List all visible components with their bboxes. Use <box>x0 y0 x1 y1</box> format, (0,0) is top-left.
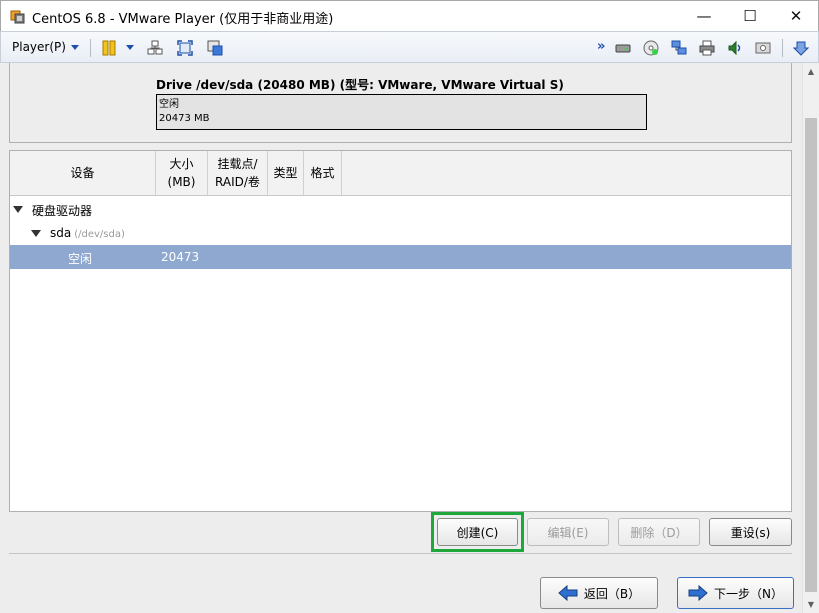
minimize-button[interactable]: — <box>681 1 727 31</box>
divider <box>9 553 792 554</box>
column-header-size[interactable]: 大小 (MB) <box>156 151 208 195</box>
edit-button[interactable]: 编辑(E) <box>527 518 609 546</box>
window-title: CentOS 6.8 - VMware Player (仅用于非商业用途) <box>32 12 334 27</box>
hard-disk-icon[interactable] <box>615 40 631 56</box>
unity-icon[interactable] <box>207 40 223 56</box>
scrollbar-thumb[interactable] <box>805 118 817 592</box>
drive-free-label: 空闲 <box>159 99 179 110</box>
player-toolbar: Player(P) » <box>0 31 819 63</box>
next-button[interactable]: 下一步（N） <box>677 577 794 609</box>
column-header-format[interactable]: 格式 <box>304 151 342 195</box>
drive-usage-bar[interactable]: 空闲 20473 MB <box>156 94 647 130</box>
collapse-arrow-icon[interactable] <box>793 40 809 56</box>
close-icon: ✕ <box>789 7 803 25</box>
back-button-label: 返回（B） <box>583 586 641 601</box>
scroll-up-arrow-icon[interactable]: ▲ <box>803 63 819 80</box>
partition-table[interactable]: 设备 大小 (MB) 挂载点/ RAID/卷 类型 格式 硬盘驱动器 sda (/… <box>9 150 792 512</box>
more-chevron-icon[interactable]: » <box>597 39 613 55</box>
guest-screen[interactable]: Drive /dev/sda (20480 MB) (型号: VMware, V… <box>0 63 802 613</box>
cd-dvd-icon[interactable] <box>643 40 659 56</box>
scroll-down-arrow-icon[interactable]: ▼ <box>803 596 819 613</box>
expand-triangle-icon[interactable] <box>31 230 41 237</box>
printer-icon[interactable] <box>699 40 715 56</box>
toolbar-divider <box>90 39 91 57</box>
player-menu-chevron-down-icon[interactable] <box>71 45 79 50</box>
table-row[interactable]: 硬盘驱动器 <box>10 197 791 221</box>
device-name: 空闲 <box>68 252 93 266</box>
display-icon[interactable] <box>755 40 771 56</box>
column-header-type[interactable]: 类型 <box>268 151 304 195</box>
column-header-device[interactable]: 设备 <box>10 151 156 195</box>
pause-menu-chevron-down-icon[interactable] <box>126 45 134 50</box>
delete-button[interactable]: 删除（D） <box>618 518 700 546</box>
toolbar-divider <box>782 39 783 57</box>
maximize-icon: ☐ <box>743 7 757 25</box>
drive-summary-panel: Drive /dev/sda (20480 MB) (型号: VMware, V… <box>9 63 792 143</box>
device-name: 硬盘驱动器 <box>32 204 93 218</box>
create-button[interactable]: 创建(C) <box>437 518 518 546</box>
vmware-player-app-icon <box>10 10 25 24</box>
table-row[interactable]: sda (/dev/sda) <box>10 221 791 245</box>
next-button-label: 下一步（N） <box>714 586 783 601</box>
close-button[interactable]: ✕ <box>773 1 819 31</box>
device-path: (/dev/sda) <box>74 229 125 240</box>
reset-button[interactable]: 重设(s) <box>709 518 792 546</box>
sound-card-icon[interactable] <box>727 40 743 56</box>
column-header-mount[interactable]: 挂载点/ RAID/卷 <box>208 151 268 195</box>
pause-icon[interactable] <box>101 40 117 56</box>
back-button[interactable]: 返回（B） <box>540 577 658 609</box>
expand-triangle-icon[interactable] <box>13 206 23 213</box>
table-row-selected[interactable]: 空闲 20473 <box>10 245 791 269</box>
send-ctrl-alt-del-icon[interactable] <box>147 40 163 56</box>
fullscreen-icon[interactable] <box>177 40 193 56</box>
minimize-icon: — <box>696 7 712 25</box>
network-adapter-icon[interactable] <box>671 40 687 56</box>
table-header: 设备 大小 (MB) 挂载点/ RAID/卷 类型 格式 <box>10 151 791 196</box>
arrow-right-icon <box>688 585 708 601</box>
arrow-left-icon <box>558 585 578 601</box>
vertical-scrollbar[interactable]: ▲ ▼ <box>802 63 819 613</box>
window-title-bar[interactable]: CentOS 6.8 - VMware Player (仅用于非商业用途) — … <box>0 0 819 31</box>
device-size: 20473 <box>161 250 200 264</box>
player-menu-button[interactable]: Player(P) <box>12 40 66 54</box>
maximize-button[interactable]: ☐ <box>727 1 773 31</box>
device-name: sda <box>50 226 72 240</box>
drive-title: Drive /dev/sda (20480 MB) (型号: VMware, V… <box>156 78 564 92</box>
drive-free-size: 20473 MB <box>159 113 210 124</box>
